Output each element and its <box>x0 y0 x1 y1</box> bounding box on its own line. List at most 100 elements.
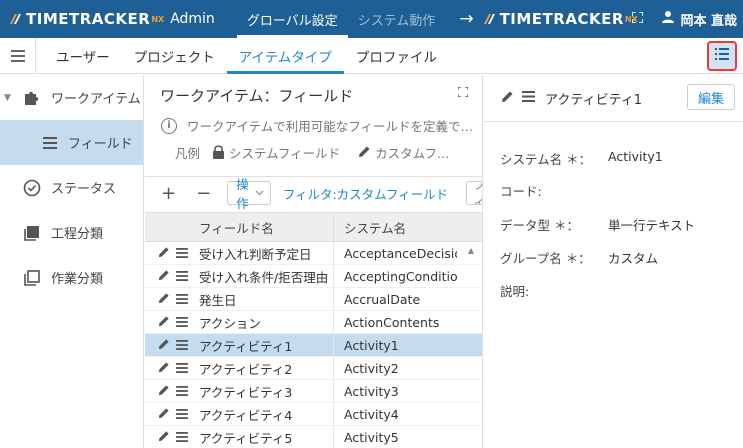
cell-system-name: Activity5 <box>344 429 399 445</box>
legend-custom-field: カスタムフ… <box>375 146 450 161</box>
link-logo-text: TIMETRACKER <box>499 10 624 28</box>
cell-system-name: ActionContents <box>344 314 440 330</box>
app-logo[interactable]: TIMETRACKER NX Admin <box>8 10 215 28</box>
list-icon <box>176 430 188 445</box>
tab-users[interactable]: ユーザー <box>44 38 122 74</box>
fullscreen-icon[interactable] <box>631 11 645 26</box>
row-icons <box>145 292 199 307</box>
cell-system-name: Activity4 <box>344 406 399 422</box>
cell-system-name: AcceptanceDecisionD <box>344 245 457 261</box>
table-row[interactable]: 受け入れ条件/拒否理由 AcceptingConditions <box>145 265 482 288</box>
cell-field-name: アクティビティ3 <box>199 380 334 402</box>
logo-admin-label: Admin <box>170 11 215 27</box>
table-row[interactable]: アクティビティ3 Activity3 <box>145 380 482 403</box>
logo-suffix: NX <box>151 15 165 24</box>
tab-system-behavior[interactable]: システム動作 <box>348 0 446 38</box>
tab-projects[interactable]: プロジェクト <box>122 38 227 74</box>
row-icons <box>145 384 199 399</box>
prop-key: 説明: <box>500 284 530 299</box>
operations-label: 操作 <box>236 177 249 211</box>
prop-key: グループ名 ＊： <box>500 251 591 266</box>
table-row[interactable]: アクティビティ2 Activity2 <box>145 357 482 380</box>
operations-dropdown[interactable]: 操作 <box>227 177 271 211</box>
stack-icon <box>22 224 42 242</box>
sidebar-item-statuses[interactable]: ステータス <box>0 165 143 210</box>
prop-key: データ型 ＊： <box>500 218 579 233</box>
list-icon <box>40 136 60 149</box>
sidebar: ▼ ワークアイテム フィールド ステータス 工程分類 作業分類 <box>0 75 144 448</box>
sidebar-item-label: ワークアイテム <box>51 92 141 107</box>
row-icons <box>145 246 199 261</box>
lock-icon <box>212 144 225 162</box>
scroll-up-icon[interactable]: ▲ <box>468 246 474 255</box>
timetracker-link[interactable]: TIMETRACKER NX <box>482 10 644 28</box>
tab-profiles[interactable]: プロファイル <box>344 38 449 74</box>
list-view-button[interactable] <box>707 41 737 71</box>
pencil-icon <box>158 361 170 376</box>
sidebar-item-label: ステータス <box>51 182 117 197</box>
cell-field-name: 受け入れ判断予定日 <box>199 242 334 264</box>
filter-input[interactable]: フィ <box>466 181 482 205</box>
description-text: ワークアイテムで利用可能なフィールドを定義で… <box>187 119 474 134</box>
prop-key: コード: <box>500 184 542 199</box>
sidebar-item-fields[interactable]: フィールド <box>0 120 143 165</box>
cell-system-name: AccrualDate <box>344 291 421 307</box>
pencil-icon <box>501 90 514 107</box>
menu-icon[interactable] <box>0 37 36 74</box>
list-icon <box>176 361 188 376</box>
cell-system-name: Activity3 <box>344 383 399 399</box>
info-icon: i <box>161 117 177 134</box>
pencil-icon <box>158 292 170 307</box>
pencil-icon <box>158 430 170 445</box>
remove-button[interactable]: − <box>196 183 211 204</box>
table-row[interactable]: アクティビティ5 Activity5 <box>145 426 482 448</box>
expand-panel-icon[interactable] <box>457 86 469 100</box>
prop-description: 説明: <box>500 281 608 300</box>
divider <box>145 176 482 177</box>
sidebar-item-process-categories[interactable]: 工程分類 <box>0 210 143 255</box>
chevron-down-icon <box>255 188 264 199</box>
grid-toolbar: + − 操作 フィルタ:カスタムフィールド フィ <box>145 177 482 211</box>
cell-system-name: AcceptingConditions <box>344 268 457 284</box>
sidebar-item-work-categories[interactable]: 作業分類 <box>0 255 143 300</box>
column-header-system-name[interactable]: システム名 <box>334 218 406 237</box>
edit-button[interactable]: 編集 <box>686 84 735 110</box>
table-row[interactable]: アクション ActionContents <box>145 311 482 334</box>
list-icon <box>176 384 188 399</box>
prop-value: Activity1 <box>608 149 663 164</box>
tab-global-settings[interactable]: グローバル設定 <box>236 0 348 38</box>
table-row[interactable]: 発生日 AccrualDate <box>145 288 482 311</box>
sidebar-item-work-items[interactable]: ▼ ワークアイテム <box>0 75 143 120</box>
cell-field-name: アクティビティ1 <box>199 334 334 356</box>
copy-icon <box>22 269 42 287</box>
cell-system-name: Activity2 <box>344 360 399 376</box>
legend-system-field: システムフィールド <box>229 146 341 161</box>
column-header-field-name[interactable]: フィールド名 <box>145 213 334 241</box>
add-button[interactable]: + <box>161 183 176 204</box>
prop-system-name: システム名 ＊： Activity1 <box>500 149 663 168</box>
puzzle-icon <box>22 89 42 107</box>
table-row[interactable]: 受け入れ判断予定日 AcceptanceDecisionD <box>145 242 482 265</box>
field-detail-panel: アクティビティ1 編集 システム名 ＊： Activity1 コード: データ型… <box>484 75 743 448</box>
filter-link[interactable]: フィルタ:カスタムフィールド <box>283 184 448 203</box>
detail-title: アクティビティ1 <box>545 92 643 108</box>
top-bar: TIMETRACKER NX Admin グローバル設定 システム動作 → TI… <box>0 0 743 38</box>
caret-down-icon[interactable]: ▼ <box>4 93 14 103</box>
list-icon <box>176 292 188 307</box>
logo-mark-icon <box>482 12 496 26</box>
field-list-panel: ワークアイテム：フィールド i ワークアイテムで利用可能なフィールドを定義で… … <box>145 75 483 448</box>
user-icon[interactable] <box>661 10 675 28</box>
cell-system-name: Activity1 <box>344 337 399 353</box>
sidebar-item-label: 作業分類 <box>51 272 104 287</box>
prop-group-name: グループ名 ＊： カスタム <box>500 248 658 267</box>
prop-key: システム名 ＊： <box>500 152 592 167</box>
table-row[interactable]: アクティビティ4 Activity4 <box>145 403 482 426</box>
table-row[interactable]: アクティビティ1 Activity1 <box>145 334 482 357</box>
user-name[interactable]: 岡本 直哉 <box>680 10 737 29</box>
check-circle-icon <box>22 179 42 197</box>
list-icon <box>176 407 188 422</box>
grid-header: フィールド名 システム名 <box>145 212 482 242</box>
cell-field-name: 受け入れ条件/拒否理由 <box>199 265 334 287</box>
tab-item-types[interactable]: アイテムタイプ <box>226 38 344 74</box>
pencil-icon <box>158 384 170 399</box>
